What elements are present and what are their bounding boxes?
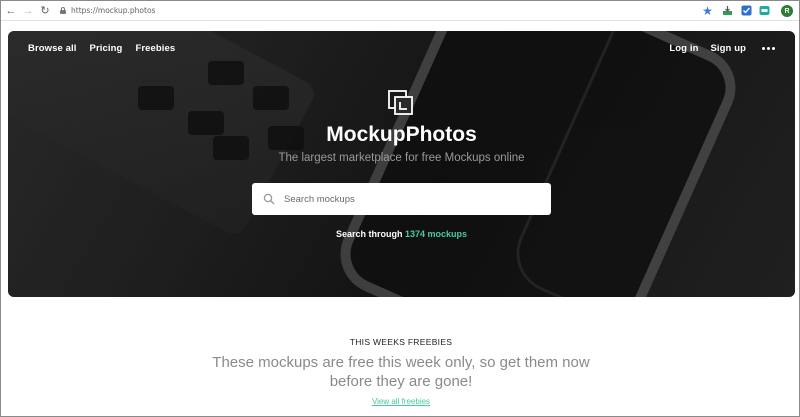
browser-toolbar: ← → ↻ https://mockup.photos ★ R: [1, 1, 799, 21]
mockup-count: Search through 1374 mockups: [8, 229, 795, 239]
search-box[interactable]: [252, 183, 551, 215]
search-icon: [263, 193, 275, 205]
star-icon[interactable]: ★: [701, 4, 714, 18]
nav-browse-all[interactable]: Browse all: [28, 43, 77, 54]
browser-window: ← → ↻ https://mockup.photos ★ R Browse a…: [0, 0, 800, 417]
lock-icon: [60, 7, 66, 14]
count-prefix: Search through: [335, 229, 403, 239]
address-bar[interactable]: https://mockup.photos: [60, 6, 155, 15]
count-value[interactable]: 1374 mockups: [405, 229, 467, 239]
signup-link[interactable]: Sign up: [710, 43, 746, 54]
account-nav: Log in Sign up: [669, 43, 775, 54]
extension-check-icon[interactable]: [740, 4, 753, 17]
forward-arrow-icon[interactable]: →: [21, 4, 35, 18]
hero-overlay: [8, 31, 795, 297]
login-link[interactable]: Log in: [669, 43, 698, 54]
nav-pricing[interactable]: Pricing: [90, 43, 123, 54]
hero-banner: Browse all Pricing Freebies Log in Sign …: [8, 31, 795, 297]
view-freebies-wrap: View all freebies: [1, 397, 799, 406]
logo-icon: [388, 90, 413, 115]
tagline: The largest marketplace for free Mockups…: [278, 152, 525, 164]
extension-download-icon[interactable]: [721, 4, 734, 17]
reload-icon[interactable]: ↻: [38, 4, 52, 18]
nav-freebies[interactable]: Freebies: [135, 43, 175, 54]
back-arrow-icon[interactable]: ←: [4, 4, 18, 18]
more-dots-icon[interactable]: [762, 47, 775, 50]
freebies-heading: THIS WEEKS FREEBIES: [349, 337, 453, 347]
primary-nav: Browse all Pricing Freebies: [28, 43, 175, 54]
brand-title: MockupPhotos: [326, 123, 477, 146]
avatar[interactable]: R: [781, 5, 793, 17]
extension-shield-icon[interactable]: [758, 4, 771, 17]
freebies-subtitle: These mockups are free this week only, s…: [212, 354, 590, 390]
view-all-freebies-link[interactable]: View all freebies: [372, 397, 430, 406]
url-text[interactable]: https://mockup.photos: [71, 6, 155, 15]
search-input[interactable]: [284, 193, 534, 205]
